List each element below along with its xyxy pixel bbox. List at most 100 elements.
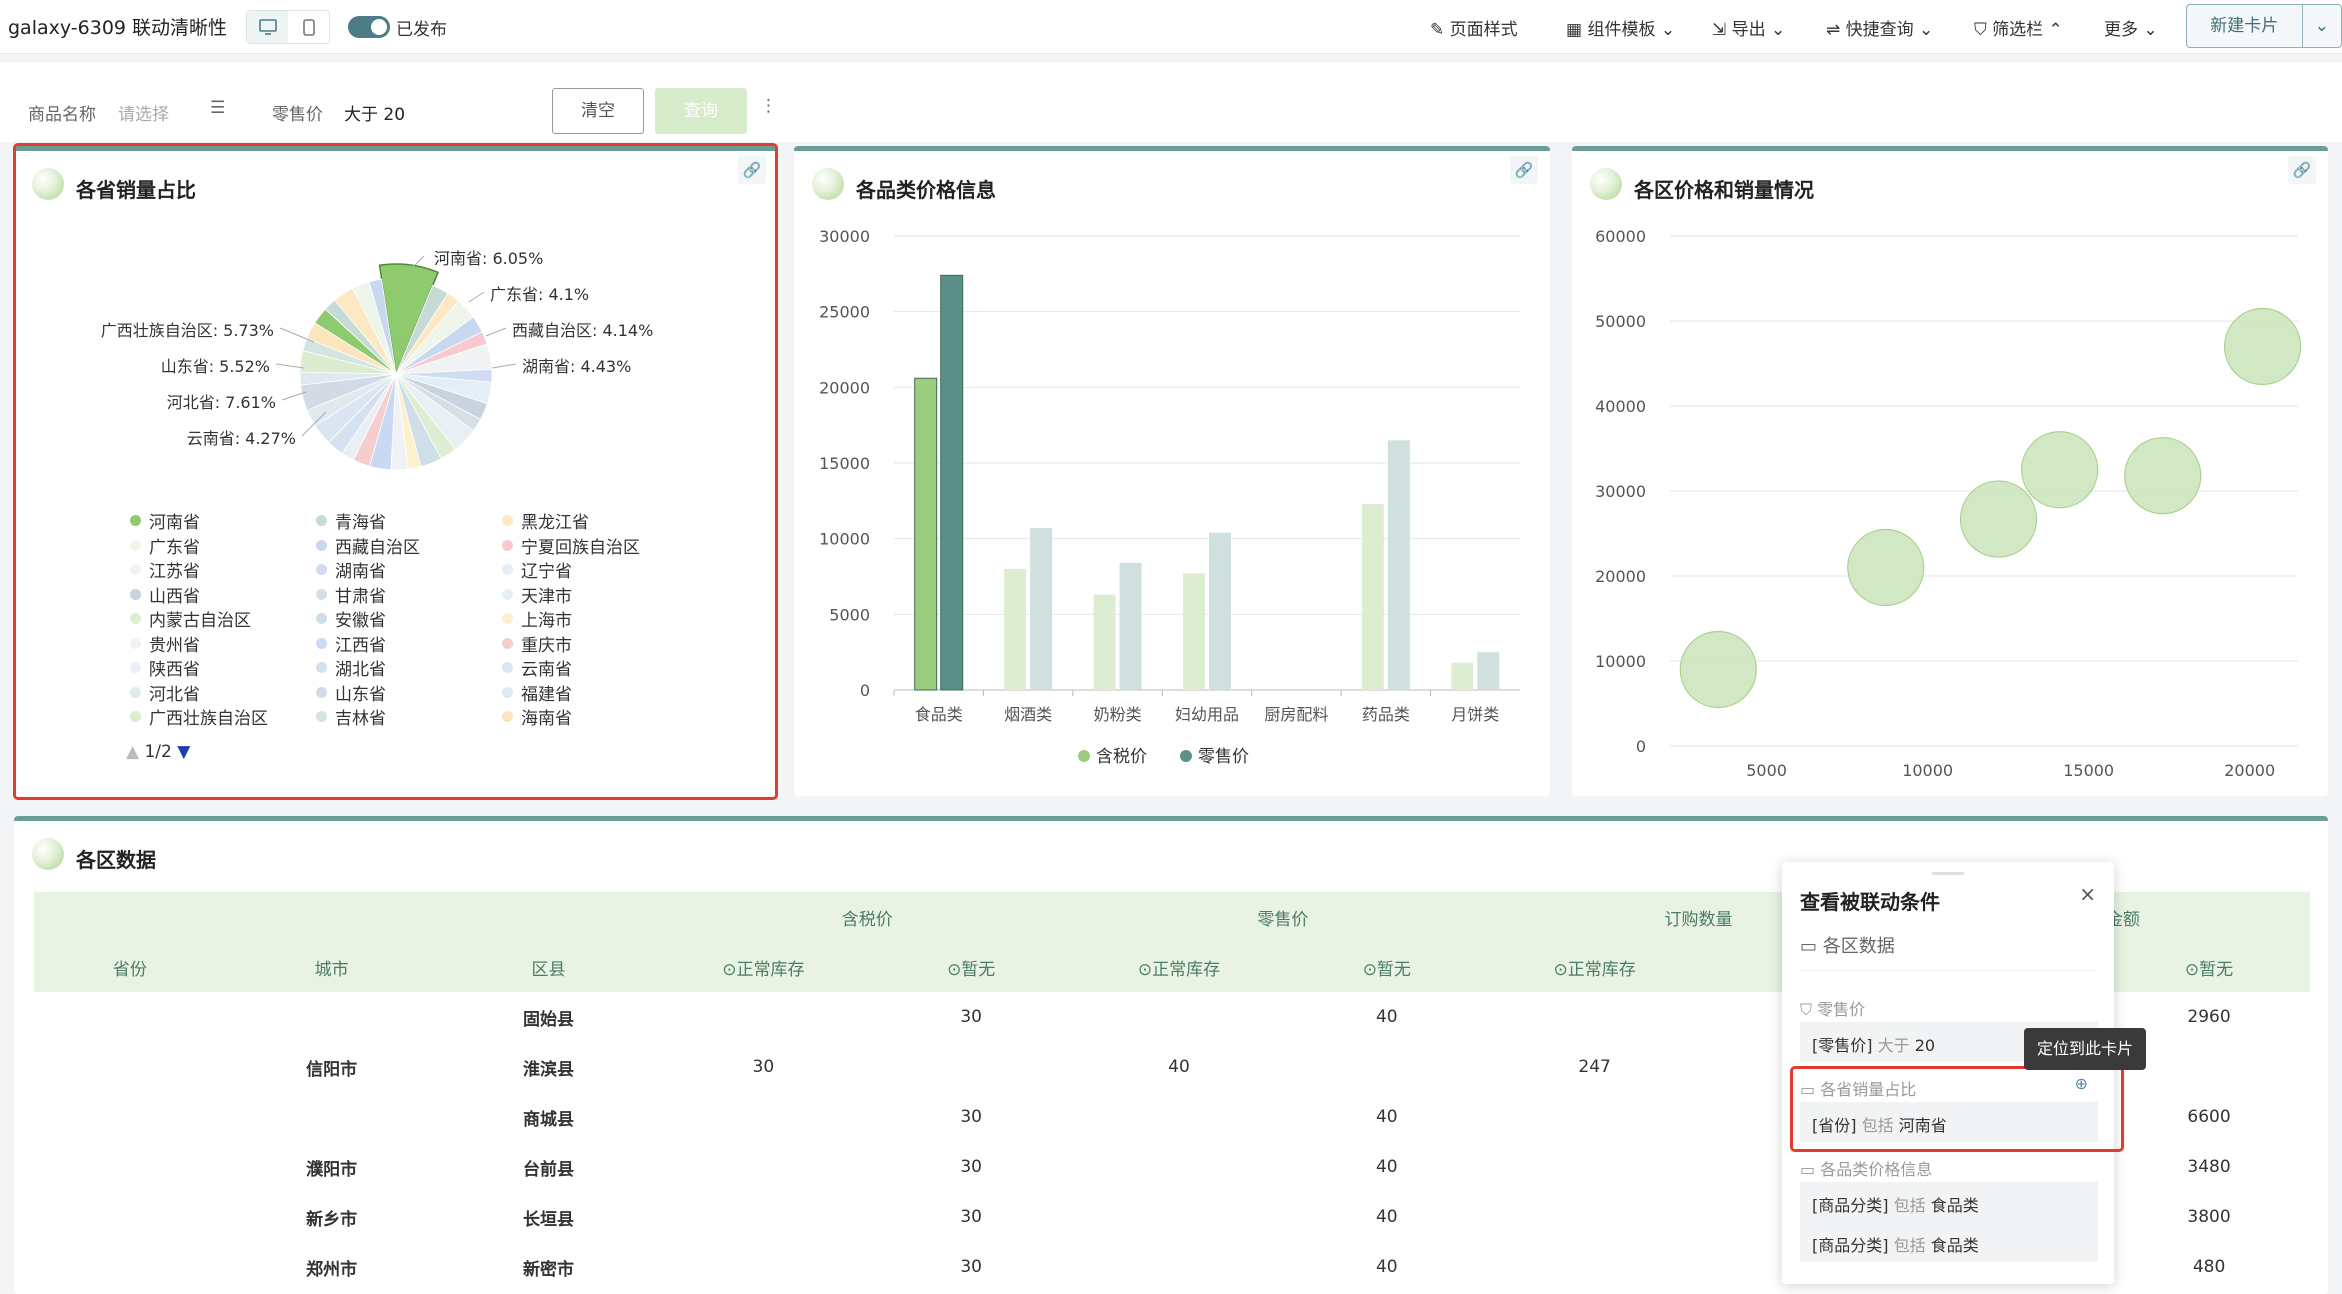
export-button[interactable]: ⇲ 导出 ⌄: [1712, 15, 1785, 40]
pager-next-icon[interactable]: ▼: [172, 742, 190, 762]
bar[interactable]: [1030, 528, 1053, 690]
quick-query-button[interactable]: ⇌ 快捷查询 ⌄: [1826, 15, 1933, 40]
pager-prev-icon[interactable]: ▲: [126, 742, 144, 762]
drag-handle[interactable]: [1932, 872, 1964, 875]
legend-item[interactable]: 安徽省: [316, 606, 386, 631]
legend-label[interactable]: 零售价: [1198, 747, 1249, 767]
legend-item[interactable]: 辽宁省: [502, 557, 572, 582]
legend-label: 黑龙江省: [521, 513, 589, 533]
legend-dot: [502, 613, 513, 624]
scatter-point[interactable]: [1679, 630, 1757, 709]
more-button[interactable]: 更多 ⌄: [2104, 15, 2158, 40]
component-template-button[interactable]: ▦ 组件模板 ⌄: [1566, 15, 1675, 40]
chevron-down-icon: ⌄: [2138, 20, 2158, 40]
bar[interactable]: [1119, 562, 1142, 690]
pie-card[interactable]: 各省销量占比 🔗 河南省: 6.05% 广东省: 4.1% 西藏自治区: 4.14%…: [14, 146, 778, 796]
publish-toggle[interactable]: [348, 16, 390, 38]
column-header[interactable]: 省份: [34, 942, 226, 992]
legend-item[interactable]: 海南省: [502, 704, 572, 729]
table-cell: [1491, 1192, 1699, 1242]
table-cell: 40: [1375, 1157, 1398, 1177]
legend-item[interactable]: 云南省: [502, 655, 572, 680]
column-header[interactable]: 区县: [437, 942, 660, 992]
clear-button[interactable]: 清空: [552, 88, 644, 134]
publish-label: 已发布: [396, 20, 447, 40]
bar[interactable]: [1451, 662, 1474, 690]
bar[interactable]: [940, 274, 964, 691]
column-header[interactable]: ⊙正常库存: [1075, 942, 1283, 992]
more-vertical-icon[interactable]: ⋮: [760, 96, 777, 116]
legend-item[interactable]: 山西省: [130, 582, 200, 607]
legend-item[interactable]: 江苏省: [130, 557, 200, 582]
mobile-icon[interactable]: [288, 11, 329, 43]
table-cell: 480: [2192, 1257, 2226, 1277]
legend-item[interactable]: 上海市: [502, 606, 572, 631]
new-card-button[interactable]: 新建卡片: [2187, 5, 2302, 47]
legend-item[interactable]: 福建省: [502, 680, 572, 705]
scatter-point[interactable]: [2223, 307, 2302, 386]
legend-item[interactable]: 广东省: [130, 533, 200, 558]
legend-item[interactable]: 重庆市: [502, 631, 572, 656]
column-header[interactable]: 城市: [225, 942, 438, 992]
column-header[interactable]: ⊙正常库存: [659, 942, 868, 992]
close-icon[interactable]: ×: [2079, 882, 2096, 906]
bar[interactable]: [914, 377, 938, 691]
locate-icon[interactable]: ⊕: [2075, 1074, 2088, 1093]
legend-item[interactable]: 山东省: [316, 680, 386, 705]
legend-item[interactable]: 河北省: [130, 680, 200, 705]
legend-item[interactable]: 内蒙古自治区: [130, 606, 251, 631]
bar-card[interactable]: 各品类价格信息 🔗 0 5000 10000 15000 20000 25000 30000…: [794, 146, 1550, 796]
legend-item[interactable]: 河南省: [130, 508, 200, 533]
retail-label: 零售价: [272, 105, 323, 125]
table-icon: ▭: [1800, 936, 1823, 957]
popup-target: ▭ 各区数据: [1800, 936, 1895, 957]
legend-item[interactable]: 湖北省: [316, 655, 386, 680]
legend-item[interactable]: 西藏自治区: [316, 533, 420, 558]
legend-item[interactable]: 黑龙江省: [502, 508, 589, 533]
legend-label[interactable]: 含税价: [1096, 747, 1147, 767]
legend-item[interactable]: 吉林省: [316, 704, 386, 729]
bar[interactable]: [1361, 503, 1384, 690]
scatter-point[interactable]: [1959, 480, 2038, 558]
column-header[interactable]: ⊙暂无: [1282, 942, 1491, 992]
bar[interactable]: [1209, 532, 1231, 690]
legend-item[interactable]: 宁夏回族自治区: [502, 533, 640, 558]
table-cell: 40: [1375, 1007, 1398, 1027]
column-header[interactable]: ⊙暂无: [2108, 942, 2310, 992]
legend-label: 江西省: [335, 635, 386, 656]
legend-pager: ▲ 1/2 ▼: [126, 742, 190, 762]
legend-item[interactable]: 天津市: [502, 582, 572, 607]
chevron-down-icon[interactable]: ⌄: [2301, 5, 2342, 47]
bar[interactable]: [1387, 440, 1410, 690]
product-name-select[interactable]: 请选择: [118, 100, 169, 125]
scatter-point[interactable]: [1847, 528, 1925, 607]
legend-item[interactable]: 贵州省: [130, 631, 200, 656]
scatter-point[interactable]: [2021, 431, 2099, 509]
list-filter-icon[interactable]: ☰: [210, 98, 225, 118]
legend-dot: [1078, 750, 1090, 762]
legend-item[interactable]: 青海省: [316, 508, 386, 533]
bar[interactable]: [1093, 594, 1116, 690]
bar[interactable]: [1183, 573, 1205, 690]
legend-item[interactable]: 甘肃省: [316, 582, 386, 607]
legend-item[interactable]: 江西省: [316, 631, 386, 656]
page-style-button[interactable]: ✎ 页面样式: [1430, 15, 1518, 40]
retail-value[interactable]: 大于 20: [344, 100, 405, 125]
desktop-icon[interactable]: [247, 11, 288, 43]
filter-bar-button[interactable]: ⛉ 筛选栏 ⌃: [1974, 15, 2063, 40]
y-tick-label: 0: [1636, 737, 1646, 756]
top-toolbar: galaxy-6309 联动清晰性 已发布 ✎ 页面样式 ▦ 组件模板 ⌄ ⇲ …: [0, 0, 2342, 54]
bar[interactable]: [1004, 568, 1027, 690]
query-button[interactable]: 查询: [655, 88, 747, 134]
legend-item[interactable]: 湖南省: [316, 557, 386, 582]
scatter-point[interactable]: [2124, 437, 2202, 515]
brush-icon: ✎: [1430, 20, 1450, 40]
column-header[interactable]: ⊙暂无: [867, 942, 1076, 992]
bar[interactable]: [1477, 652, 1500, 690]
legend-item[interactable]: 广西壮族自治区: [130, 704, 268, 729]
legend-label: 贵州省: [149, 635, 200, 656]
chevron-down-icon: ⌄: [1655, 20, 1676, 40]
scatter-card[interactable]: 各区价格和销量情况 🔗 0 10000 20000 30000 40000 50000 60…: [1572, 146, 2328, 796]
legend-item[interactable]: 陕西省: [130, 655, 200, 680]
column-header[interactable]: ⊙正常库存: [1490, 942, 1699, 992]
